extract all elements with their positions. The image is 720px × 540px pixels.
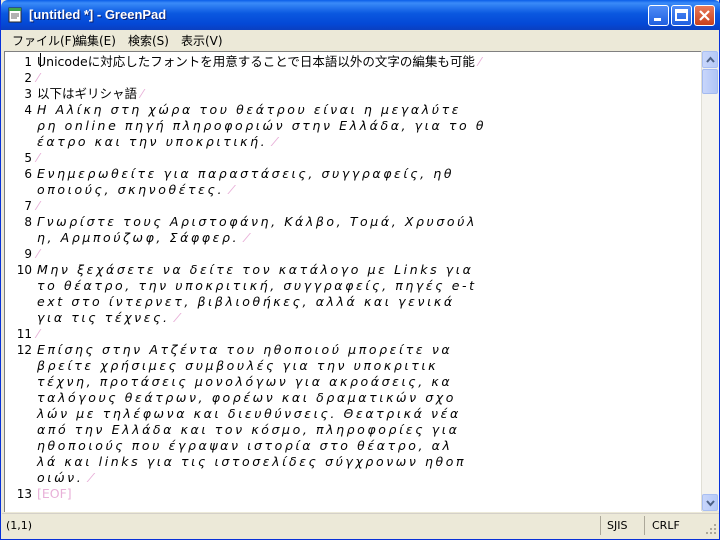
eol-marker: ⁄ <box>37 246 40 261</box>
close-icon <box>699 10 710 21</box>
line-number: 1 <box>24 55 32 69</box>
menu-edit[interactable]: 編集(E) <box>71 32 120 49</box>
menu-view[interactable]: 表示(V) <box>177 32 227 49</box>
line-text: ⁄ <box>37 246 39 262</box>
menu-search[interactable]: 検索(S) <box>124 32 173 49</box>
line-text: Unicodeに対応したフォントを用意することで日本語以外の文字の編集も可能 ⁄ <box>37 54 481 69</box>
notepad-icon <box>8 7 22 23</box>
line-text: ⁄ <box>37 198 39 214</box>
line-number: 13 <box>16 487 32 501</box>
line-text: Επίσης στην Ατζέντα του ηθοποιού μπορείτ… <box>37 342 453 357</box>
line-text: Ενημερωθείτε για παραστάσεις, συγγραφείς… <box>37 166 455 181</box>
eol-marker: ⁄ <box>37 326 40 341</box>
line-text: οιών. ⁄ <box>37 470 95 485</box>
line-text: ταλόγους θεάτρων, φορέων και δραματικών … <box>37 390 457 405</box>
text-editor[interactable]: 1 Unicodeに対応したフォントを用意することで日本語以外の文字の編集も可能 … <box>4 51 702 512</box>
line-text: [EOF] <box>37 486 72 502</box>
line-number: 6 <box>24 167 32 181</box>
arrow-down-icon <box>706 500 715 507</box>
menu-file[interactable]: ファイル(F) <box>8 32 80 49</box>
line-text: 以下はギリシャ語 ⁄ <box>37 86 144 101</box>
minimize-icon <box>654 18 661 21</box>
status-divider <box>600 516 601 535</box>
minimize-button[interactable] <box>648 5 669 26</box>
line-number: 7 <box>24 199 32 213</box>
line-text: ⁄ <box>37 70 39 86</box>
arrow-up-icon <box>706 56 715 63</box>
line-text: ρη online πηγή πληροφοριών στην Ελλάδα, … <box>37 118 487 133</box>
eol-marker: ⁄ <box>474 54 481 69</box>
eol-marker: ⁄ <box>267 134 279 149</box>
line-number: 3 <box>24 87 32 101</box>
status-bar: (1,1) SJIS CRLF <box>2 513 719 537</box>
line-text: ⁄ <box>37 326 39 342</box>
scroll-up-button[interactable] <box>702 51 718 68</box>
scroll-thumb[interactable] <box>702 69 718 94</box>
line-text: Η Αλίκη στη χώρα του θεάτρου είναι η μεγ… <box>37 102 462 117</box>
line-number: 4 <box>24 103 32 117</box>
line-text: για τις τέχνες. ⁄ <box>37 310 181 325</box>
maximize-button[interactable] <box>671 5 692 26</box>
scroll-down-button[interactable] <box>702 494 718 511</box>
eof-marker: [EOF] <box>37 486 72 501</box>
line-number: 5 <box>24 151 32 165</box>
line-text: Γνωρίστε τους Αριστοφάνη, Κάλβο, Τομά, Χ… <box>37 214 477 229</box>
title-bar[interactable]: [untitled *] - GreenPad <box>1 0 720 30</box>
line-number: 2 <box>24 71 32 85</box>
line-text: η, Αρμπούζωφ, Σάφφερ. ⁄ <box>37 230 251 245</box>
eol-marker: ⁄ <box>224 182 236 197</box>
line-text: έατρο και την υποκριτική. ⁄ <box>37 134 279 149</box>
eol-marker: ⁄ <box>137 86 144 101</box>
line-text: ext στο ίντερνετ, βιβλιοθήκες, αλλά και … <box>37 294 455 309</box>
line-text: τέχνη, προτάσεις μονολόγων για ακροάσεις… <box>37 374 453 389</box>
line-text: Μην ξεχάσετε να δείτε τον κατάλογο με Li… <box>37 262 474 277</box>
line-number: 9 <box>24 247 32 261</box>
window-title: [untitled *] - GreenPad <box>29 7 167 22</box>
resize-grip-icon[interactable] <box>705 523 717 535</box>
vertical-scrollbar[interactable] <box>701 51 719 511</box>
line-text: ⁄ <box>37 150 39 166</box>
eol-marker: ⁄ <box>37 198 40 213</box>
app-window: [untitled *] - GreenPad ファイル(F) 編集(E) 検索… <box>0 0 720 540</box>
encoding-indicator: SJIS <box>607 519 628 532</box>
eol-marker: ⁄ <box>37 70 40 85</box>
line-text: βρείτε χρήσιμες συμβουλές για την υποκρι… <box>37 358 439 373</box>
line-text: το θέατρο, την υποκριτική, συγγραφείς, π… <box>37 278 477 293</box>
eol-marker: ⁄ <box>239 230 251 245</box>
eol-marker: ⁄ <box>169 310 181 325</box>
line-text: από την Ελλάδα και τον κόσμο, πληροφορίε… <box>37 422 460 437</box>
maximize-icon <box>675 9 688 21</box>
close-button[interactable] <box>694 5 715 26</box>
status-divider <box>644 516 645 535</box>
eol-marker: ⁄ <box>83 470 95 485</box>
menu-bar: ファイル(F) 編集(E) 検索(S) 表示(V) <box>2 30 719 49</box>
line-text: ηθοποιούς που έγραψαν ιστορία στο θέατρο… <box>37 438 453 453</box>
line-ending-indicator: CRLF <box>652 519 680 532</box>
line-text: λών με τηλέφωνα και διευθύνσεις. Θεατρικ… <box>37 406 461 421</box>
line-number: 12 <box>16 343 32 357</box>
eol-marker: ⁄ <box>37 150 40 165</box>
line-text: οποιούς, σκηνοθέτες. ⁄ <box>37 182 236 197</box>
line-number: 10 <box>16 263 32 277</box>
line-number: 8 <box>24 215 32 229</box>
line-number: 11 <box>16 327 32 341</box>
line-text: λά και links για τις ιστοσελίδες σύγχρον… <box>37 454 467 469</box>
cursor-position: (1,1) <box>6 519 33 532</box>
